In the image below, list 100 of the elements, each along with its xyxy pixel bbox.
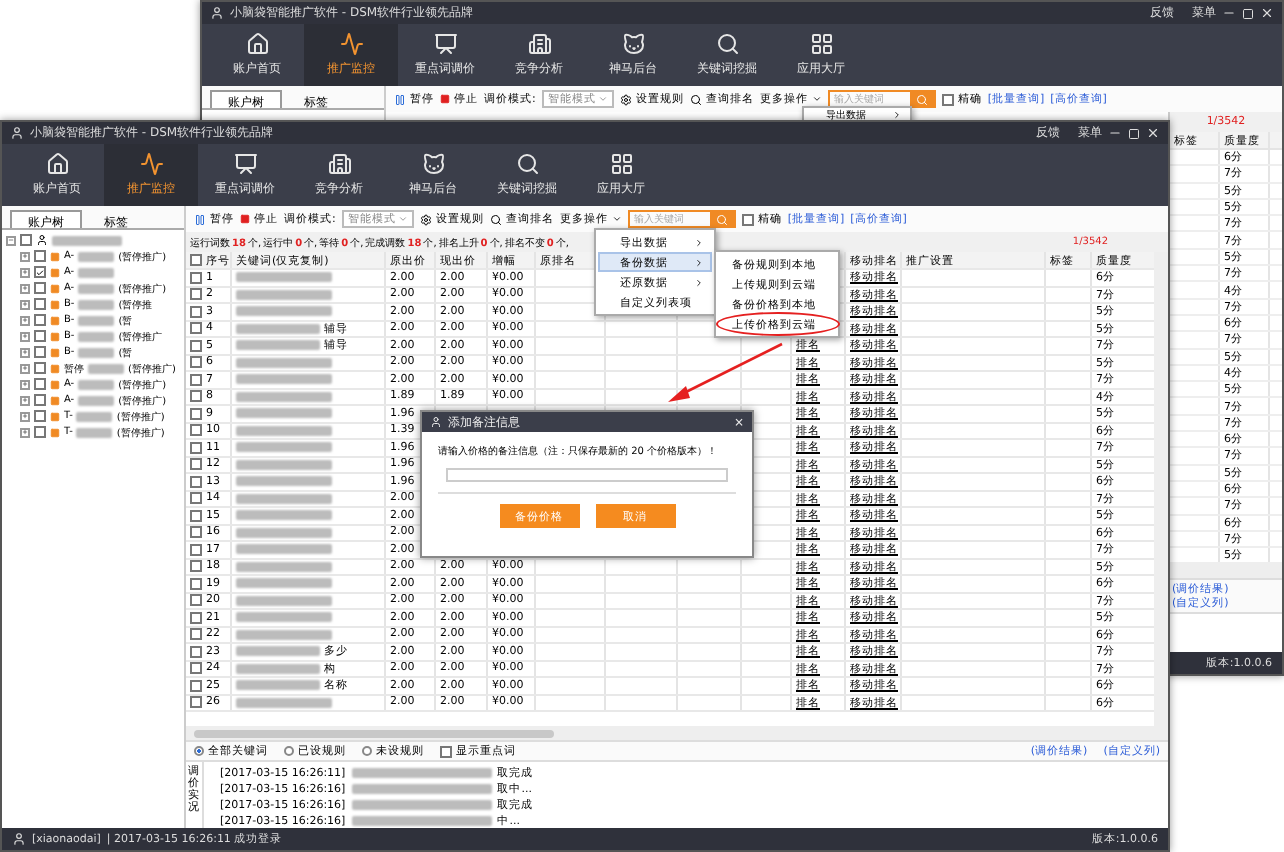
- chevron-right-icon: [892, 109, 902, 119]
- row-checkbox[interactable]: [190, 526, 202, 539]
- row-checkbox[interactable]: [190, 458, 202, 471]
- expand-icon[interactable]: [20, 379, 30, 390]
- tree-checkbox[interactable]: [34, 394, 46, 407]
- blurred-text: [236, 510, 332, 521]
- tree-checkbox[interactable]: [34, 314, 46, 327]
- chart-screen-icon: [233, 152, 257, 176]
- blurred-text: [236, 340, 320, 351]
- row-checkbox[interactable]: [190, 628, 202, 641]
- caret-icon: [597, 94, 608, 104]
- pause-icon: [394, 93, 406, 105]
- row-checkbox[interactable]: [190, 594, 202, 607]
- tree-checkbox[interactable]: [34, 346, 46, 359]
- blurred-text: [236, 323, 320, 334]
- tree-checkbox[interactable]: [34, 378, 46, 391]
- row-checkbox[interactable]: [190, 696, 202, 709]
- house-icon: [45, 152, 69, 176]
- expand-icon[interactable]: [20, 363, 30, 374]
- blurred-text: [351, 784, 492, 794]
- row-checkbox[interactable]: [190, 373, 202, 386]
- user-icon: [36, 234, 48, 247]
- row-checkbox[interactable]: [190, 543, 202, 556]
- expand-icon[interactable]: [20, 347, 30, 358]
- expand-icon[interactable]: [20, 411, 30, 422]
- search-icon: [715, 32, 739, 56]
- pointer-arrow: [668, 342, 783, 402]
- pulse-icon: [139, 152, 163, 176]
- search-icon: [915, 93, 928, 105]
- row-checkbox[interactable]: [190, 305, 202, 318]
- collapse-icon[interactable]: [6, 235, 16, 246]
- search-icon: [515, 152, 539, 176]
- row-checkbox[interactable]: [190, 560, 202, 573]
- tree-checkbox[interactable]: [34, 250, 46, 263]
- expand-icon[interactable]: [20, 395, 30, 406]
- blurred-text: [236, 391, 332, 402]
- row-checkbox[interactable]: [190, 645, 202, 658]
- search-icon: [715, 213, 728, 225]
- row-checkbox[interactable]: [190, 339, 202, 352]
- blurred-text: [236, 374, 332, 385]
- blurred-text: [236, 646, 320, 657]
- row-checkbox[interactable]: [190, 475, 202, 488]
- expand-icon[interactable]: [20, 299, 30, 310]
- maximize-icon[interactable]: [1242, 7, 1254, 19]
- maximize-icon[interactable]: [1128, 127, 1140, 139]
- row-checkbox[interactable]: [190, 271, 202, 284]
- expand-icon[interactable]: [20, 315, 30, 326]
- blurred-text: [236, 289, 332, 300]
- row-checkbox[interactable]: [190, 288, 202, 301]
- row-checkbox[interactable]: [190, 441, 202, 454]
- tree-checkbox[interactable]: [34, 362, 46, 375]
- blurred-text: [78, 331, 115, 342]
- blurred-text: [236, 272, 332, 283]
- expand-icon[interactable]: [20, 251, 30, 262]
- minimize-icon[interactable]: [1222, 6, 1236, 20]
- tree-checkbox[interactable]: [34, 282, 46, 295]
- expand-icon[interactable]: [20, 267, 30, 278]
- blurred-text: [236, 527, 332, 538]
- blurred-text: [351, 816, 492, 826]
- blurred-text: [236, 493, 332, 504]
- blurred-text: [76, 411, 113, 422]
- select-all-checkbox[interactable]: [190, 254, 202, 266]
- check-icon: [36, 267, 44, 278]
- blurred-text: [236, 544, 332, 555]
- blurred-text: [78, 315, 115, 326]
- row-checkbox[interactable]: [190, 611, 202, 624]
- tree-checkbox[interactable]: [34, 330, 46, 343]
- house-icon: [245, 32, 269, 56]
- tree-checkbox[interactable]: [34, 426, 46, 439]
- close-icon[interactable]: [1146, 126, 1160, 140]
- tree-checkbox[interactable]: [34, 298, 46, 311]
- row-checkbox[interactable]: [190, 492, 202, 505]
- tree-checkbox[interactable]: [20, 234, 32, 247]
- blurred-text: [78, 299, 115, 310]
- tree-checkbox[interactable]: [34, 410, 46, 423]
- row-checkbox[interactable]: [190, 390, 202, 403]
- row-checkbox[interactable]: [190, 424, 202, 437]
- note-input[interactable]: [446, 468, 728, 482]
- tree-checkbox[interactable]: [34, 266, 46, 279]
- row-checkbox[interactable]: [190, 509, 202, 522]
- row-checkbox[interactable]: [190, 356, 202, 369]
- row-checkbox[interactable]: [190, 577, 202, 590]
- blurred-text: [236, 697, 332, 708]
- pulse-icon: [339, 32, 363, 56]
- blurred-text: [78, 347, 115, 358]
- row-checkbox[interactable]: [190, 662, 202, 675]
- user-icon: [12, 832, 26, 846]
- blurred-text: [88, 363, 124, 374]
- row-checkbox[interactable]: [190, 679, 202, 692]
- row-checkbox[interactable]: [190, 407, 202, 420]
- expand-icon[interactable]: [20, 427, 30, 438]
- blurred-text: [236, 425, 332, 436]
- expand-icon[interactable]: [20, 331, 30, 342]
- minimize-icon[interactable]: [1108, 126, 1122, 140]
- close-icon[interactable]: [1260, 6, 1274, 20]
- blurred-text: [236, 595, 332, 606]
- row-checkbox[interactable]: [190, 322, 202, 335]
- blurred-text: [236, 459, 332, 470]
- logo-icon: [210, 6, 224, 20]
- expand-icon[interactable]: [20, 283, 30, 294]
